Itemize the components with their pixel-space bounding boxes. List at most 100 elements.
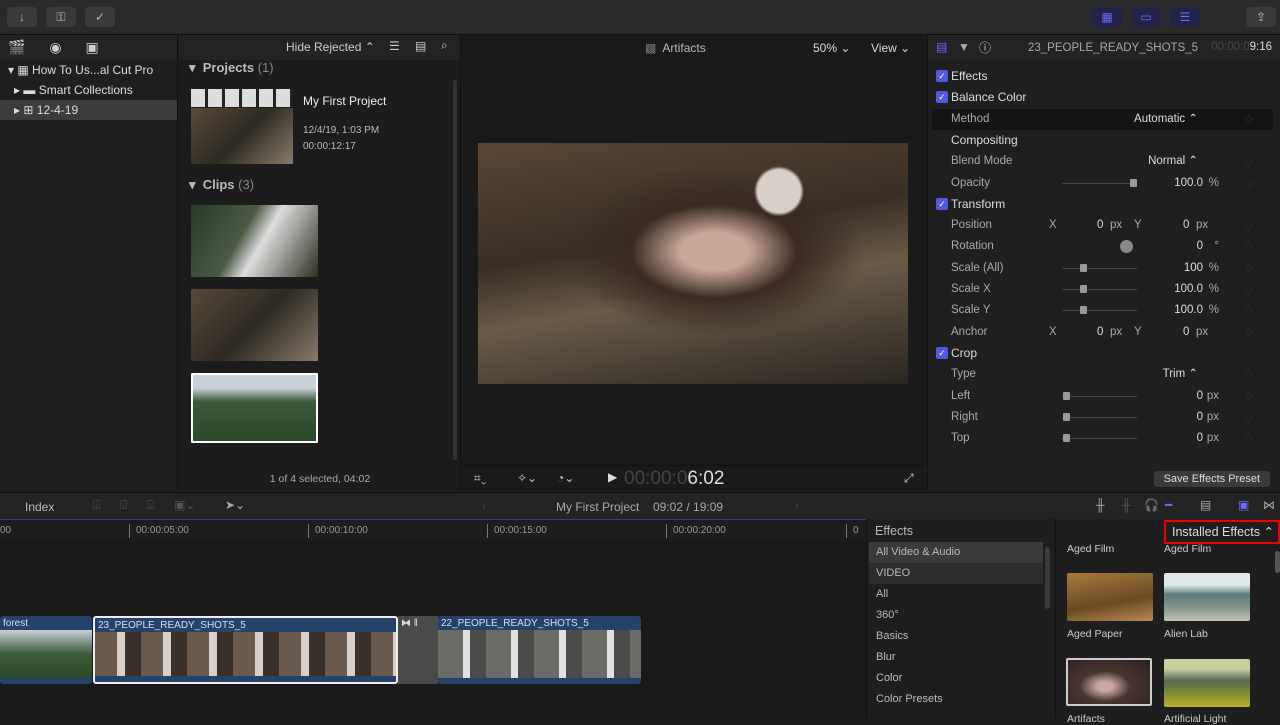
projects-section[interactable]: ▾ Projects (1)	[189, 60, 274, 76]
headphones-icon[interactable]: 🎧	[1144, 498, 1159, 512]
effects-scrollbar[interactable]	[1275, 551, 1280, 573]
effects-browser-icon[interactable]: ▣	[1238, 498, 1249, 512]
param-value[interactable]: 0	[1197, 386, 1203, 407]
effect-thumbnail-alien-lab[interactable]	[1164, 573, 1250, 621]
filmstrip-icon[interactable]: ▤	[415, 39, 426, 53]
select-tool-icon[interactable]: ➤⌄	[225, 498, 245, 512]
inspector-row[interactable]: ✓ Crop	[932, 343, 1273, 364]
inspector-toggle[interactable]: ☰	[1170, 7, 1200, 27]
inspector-row[interactable]: Right 0 px ◇	[932, 407, 1273, 428]
video-preview[interactable]	[478, 143, 908, 384]
effect-thumbnail-artificial-light[interactable]	[1164, 659, 1250, 707]
keyframe-icon[interactable]: ◇	[1245, 173, 1253, 194]
inspector-row[interactable]: ✓ Effects	[932, 66, 1273, 87]
effects-category-item[interactable]: 360°	[869, 605, 1043, 626]
clip-appearance-icon[interactable]: ▤	[1200, 498, 1211, 512]
info-icon[interactable]: ⓘ	[979, 39, 991, 56]
clip-appearance-icon[interactable]: ☰	[389, 39, 400, 53]
param-slider[interactable]	[1062, 285, 1137, 293]
connect-clip-icon[interactable]: ⍗	[93, 498, 100, 513]
project-thumbnail[interactable]	[191, 108, 293, 164]
inspector-row[interactable]: Opacity 100.0% ◇	[932, 173, 1273, 194]
photos-tab-icon[interactable]: ◉	[49, 39, 61, 55]
x-value[interactable]: 0	[1097, 215, 1103, 236]
inspector-row[interactable]: Scale X 100.0% ◇	[932, 279, 1273, 300]
inspector-row[interactable]: ✓ Balance Color	[932, 87, 1273, 108]
keyframe-icon[interactable]: ◇	[1245, 364, 1253, 385]
project-name[interactable]: My First Project	[303, 94, 386, 108]
keyframe-icon[interactable]: ◇	[1245, 428, 1253, 449]
timecode-display[interactable]: 00:00:06:02	[624, 468, 724, 490]
inspector-row[interactable]: Blend Mode Normal ⌃ ◇	[932, 151, 1273, 172]
browser-scrollbar[interactable]	[453, 80, 457, 460]
param-value[interactable]: Normal ⌃	[1148, 151, 1198, 172]
inspector-row[interactable]: Top 0 px ◇	[932, 428, 1273, 449]
transitions-browser-icon[interactable]: ⋈	[1263, 498, 1275, 512]
color-inspector-icon[interactable]: ▼	[958, 40, 970, 54]
categories-scrollbar[interactable]	[1045, 547, 1050, 609]
forward-icon[interactable]: ›	[795, 499, 799, 513]
keyframe-icon[interactable]: ◇	[1245, 236, 1253, 257]
share-button[interactable]: ⇪	[1246, 7, 1276, 27]
retime-icon[interactable]: ◔⌄	[557, 471, 574, 485]
y-value[interactable]: 0	[1183, 215, 1189, 236]
param-slider[interactable]	[1062, 434, 1137, 443]
titles-tab-icon[interactable]: ▣	[85, 39, 98, 55]
snapping-icon[interactable]: ━	[1165, 498, 1172, 512]
inspector-row[interactable]: Method Automatic ⌃ ◇	[932, 108, 1273, 130]
inspector-row[interactable]: Anchor X 0 px Y 0 px ◇	[932, 322, 1273, 343]
installed-effects-dropdown[interactable]: Installed Effects ⌃	[1164, 520, 1280, 544]
y-value[interactable]: 0	[1183, 322, 1189, 343]
effects-category-item[interactable]: Color Presets	[869, 689, 1043, 710]
param-slider[interactable]	[1062, 306, 1137, 315]
browser-toggle[interactable]: ▦	[1092, 7, 1122, 27]
background-tasks-button[interactable]: ✓	[85, 7, 115, 27]
param-value[interactable]: 100	[1184, 258, 1203, 279]
clip-thumbnail[interactable]	[191, 289, 318, 361]
inspector-row[interactable]: Scale Y 100.0% ◇	[932, 300, 1273, 321]
effects-category-item[interactable]: Basics	[869, 626, 1043, 647]
overwrite-clip-icon[interactable]: ▣⌄	[174, 498, 195, 512]
keywords-button[interactable]: ⚿	[46, 7, 76, 27]
import-button[interactable]: ↓	[7, 7, 37, 27]
inspector-row[interactable]: Scale (All) 100% ◇	[932, 258, 1273, 279]
effects-category-item[interactable]: All Video & Audio	[869, 542, 1043, 563]
slider-knob[interactable]	[1063, 391, 1071, 400]
clips-section[interactable]: ▾ Clips (3)	[189, 177, 254, 193]
inspector-row[interactable]: ✓ Transform	[932, 194, 1273, 215]
timeline-ruler[interactable]: 00 00:00:05:00 00:00:10:00 00:00:15:00 0…	[0, 519, 866, 541]
play-button[interactable]: ▶	[608, 470, 617, 484]
keyframe-icon[interactable]: ◇	[1245, 258, 1253, 279]
keyframe-icon[interactable]: ◇	[1245, 151, 1253, 172]
enhance-icon[interactable]: ✧⌄	[517, 471, 537, 485]
slider-knob[interactable]	[1079, 263, 1087, 272]
audio-skimming-icon[interactable]: ╫	[1122, 498, 1131, 512]
effect-thumbnail-aged-paper[interactable]	[1067, 573, 1153, 621]
keyframe-icon[interactable]: ◇	[1245, 215, 1253, 236]
keyframe-icon[interactable]: ◇	[1245, 300, 1253, 321]
slider-knob[interactable]	[1129, 178, 1137, 187]
param-value[interactable]: Automatic ⌃	[1134, 109, 1198, 130]
hide-rejected-filter[interactable]: Hide Rejected ⌃	[286, 40, 375, 54]
keyframe-icon[interactable]: ◇	[1245, 386, 1253, 407]
checkbox[interactable]: ✓	[936, 346, 948, 359]
save-effects-preset-button[interactable]: Save Effects Preset	[1153, 471, 1270, 487]
inspector-row[interactable]: Left 0 px ◇	[932, 386, 1273, 407]
transition[interactable]: ⧓ ‖	[398, 616, 438, 684]
keyframe-icon[interactable]: ◇	[1245, 407, 1253, 428]
inspector-row[interactable]: Compositing	[932, 130, 1273, 151]
slider-knob[interactable]	[1079, 306, 1087, 315]
param-slider[interactable]	[1062, 263, 1137, 272]
slider-knob[interactable]	[1063, 412, 1071, 421]
timeline-clip[interactable]: 22_PEOPLE_READY_SHOTS_5	[438, 616, 641, 684]
x-value[interactable]: 0	[1097, 322, 1103, 343]
zoom-menu[interactable]: 50% ⌄	[813, 41, 850, 55]
clip-thumbnail-selected[interactable]	[191, 373, 318, 443]
timeline-clip[interactable]: forest	[0, 616, 92, 684]
param-value[interactable]: 0	[1197, 407, 1203, 428]
checkbox[interactable]: ✓	[936, 70, 948, 82]
checkbox[interactable]: ✓	[936, 91, 948, 104]
crop-icon[interactable]: ⌗⌄	[474, 471, 486, 486]
param-value[interactable]: 0	[1197, 236, 1203, 257]
clip-thumbnail[interactable]	[191, 205, 318, 277]
